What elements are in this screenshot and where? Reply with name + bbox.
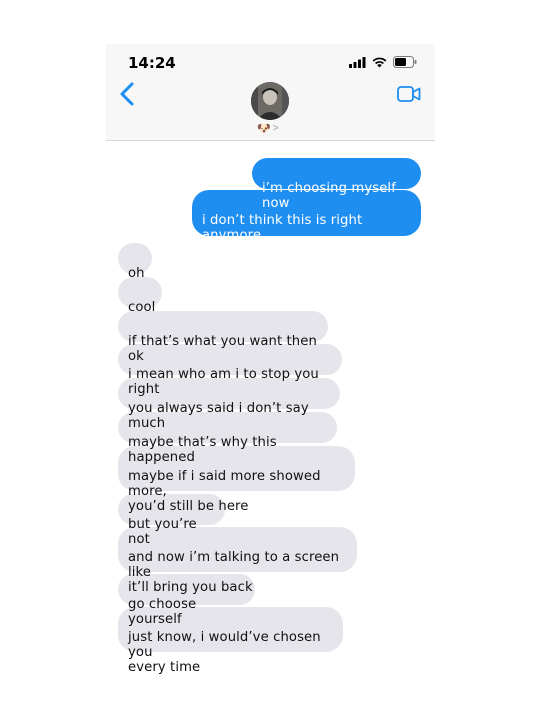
status-icons xyxy=(349,56,417,68)
sent-message[interactable]: i don’t think this is right anymore, jen… xyxy=(192,190,426,258)
message-text: and now i’m talking to a screen like it’… xyxy=(128,550,340,595)
received-message[interactable]: and now i’m talking to a screen like it’… xyxy=(118,527,357,595)
signal-icon xyxy=(349,56,366,68)
received-message[interactable]: if that’s what you want then ok xyxy=(118,311,328,364)
message-text: maybe if i said more showed more, you’d … xyxy=(128,469,321,514)
avatar-photo xyxy=(251,82,289,120)
phone-screen: 14:24 🐶 > i’m choosing myself now i don’… xyxy=(106,44,435,675)
contact-avatar[interactable] xyxy=(251,82,289,120)
battery-icon xyxy=(393,56,417,68)
status-time: 14:24 xyxy=(128,54,176,72)
chevron-left-icon[interactable] xyxy=(116,81,140,107)
message-text: i don’t think this is right anymore, jen… xyxy=(202,213,363,258)
contact-name[interactable]: 🐶 > xyxy=(257,123,279,135)
message-text: just know, i would’ve chosen you every t… xyxy=(128,630,321,675)
received-message[interactable]: cool xyxy=(118,277,162,315)
sent-message[interactable]: i’m choosing myself now xyxy=(252,158,421,211)
dog-emoji: 🐶 xyxy=(257,123,271,135)
wifi-icon xyxy=(372,57,387,67)
message-text: cool xyxy=(128,300,156,315)
conversation-header: 14:24 🐶 > xyxy=(106,44,435,141)
video-call-icon[interactable] xyxy=(397,85,421,103)
message-text: oh xyxy=(128,266,145,281)
received-message[interactable]: oh xyxy=(118,243,152,281)
chevron-right-icon: > xyxy=(272,123,279,134)
